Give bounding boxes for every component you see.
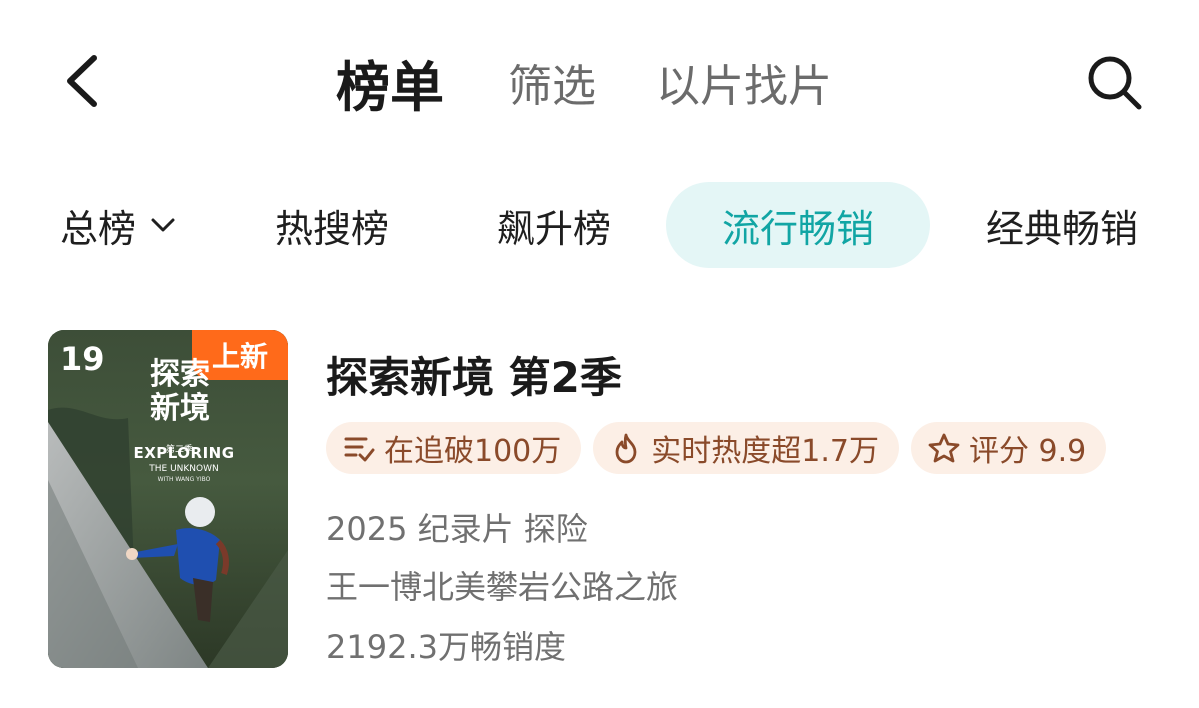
tag-following-text: 在追破100万 — [384, 434, 562, 469]
list-check-icon — [344, 437, 375, 462]
tab-filter[interactable]: 筛选 — [508, 50, 596, 114]
search-button[interactable] — [1084, 52, 1146, 114]
poster-en-line3: WITH WANG YIBO — [157, 476, 211, 483]
poster-english-title: EXPLORING THE UNKNOWN WITH WANG YIBO — [114, 430, 254, 483]
tag-following: 在追破100万 — [326, 422, 582, 474]
tab-find-by-film[interactable]: 以片找片 — [656, 50, 832, 114]
top-bar: 榜单 筛选 以片找片 — [0, 0, 1199, 165]
header-tabs: 榜单 筛选 以片找片 — [336, 46, 892, 119]
item-sales: 2192.3万畅销度 — [326, 628, 566, 666]
star-icon — [928, 433, 960, 463]
ranking-category-tabs: 总榜 热搜榜 飙升榜 流行畅销 经典畅销 — [0, 182, 1199, 268]
item-meta: 2025 纪录片 探险 — [326, 510, 588, 548]
subtab-classic-bestselling[interactable]: 经典畅销 — [972, 182, 1152, 268]
back-button[interactable] — [56, 48, 112, 114]
tag-rating-text: 评分 9.9 — [968, 434, 1087, 469]
item-tags: 在追破100万 实时热度超1.7万 评分 9.9 — [326, 422, 1118, 474]
subtab-popular-bestselling[interactable]: 流行畅销 — [666, 182, 930, 268]
subtab-overall[interactable]: 总榜 — [48, 182, 188, 268]
back-arrow-icon — [67, 55, 97, 107]
tab-rankings[interactable]: 榜单 — [336, 43, 444, 122]
flame-icon — [615, 433, 637, 464]
subtab-hot-search[interactable]: 热搜榜 — [262, 182, 402, 268]
tag-heat-text: 实时热度超1.7万 — [651, 434, 879, 469]
poster-title: 探索新境 — [150, 357, 210, 426]
subtab-overall-label: 总榜 — [59, 206, 136, 251]
chevron-down-icon — [151, 218, 175, 232]
item-title: 探索新境 第2季 — [326, 353, 622, 402]
search-icon — [1088, 56, 1142, 110]
poster-en-line2: THE UNKNOWN — [149, 464, 219, 474]
subtab-rising[interactable]: 飙升榜 — [484, 182, 624, 268]
poster-image[interactable]: 19 上新 探索新境 第二季 EXPLORING THE UNKNOWN WIT… — [48, 330, 288, 668]
tag-rating: 评分 9.9 — [910, 422, 1107, 474]
tag-heat: 实时热度超1.7万 — [593, 422, 899, 474]
rank-number: 19 — [60, 340, 105, 378]
poster-en-line1: EXPLORING — [133, 444, 235, 462]
item-description: 王一博北美攀岩公路之旅 — [326, 568, 679, 606]
ranking-item-card[interactable]: 19 上新 探索新境 第二季 EXPLORING THE UNKNOWN WIT… — [48, 330, 1158, 670]
